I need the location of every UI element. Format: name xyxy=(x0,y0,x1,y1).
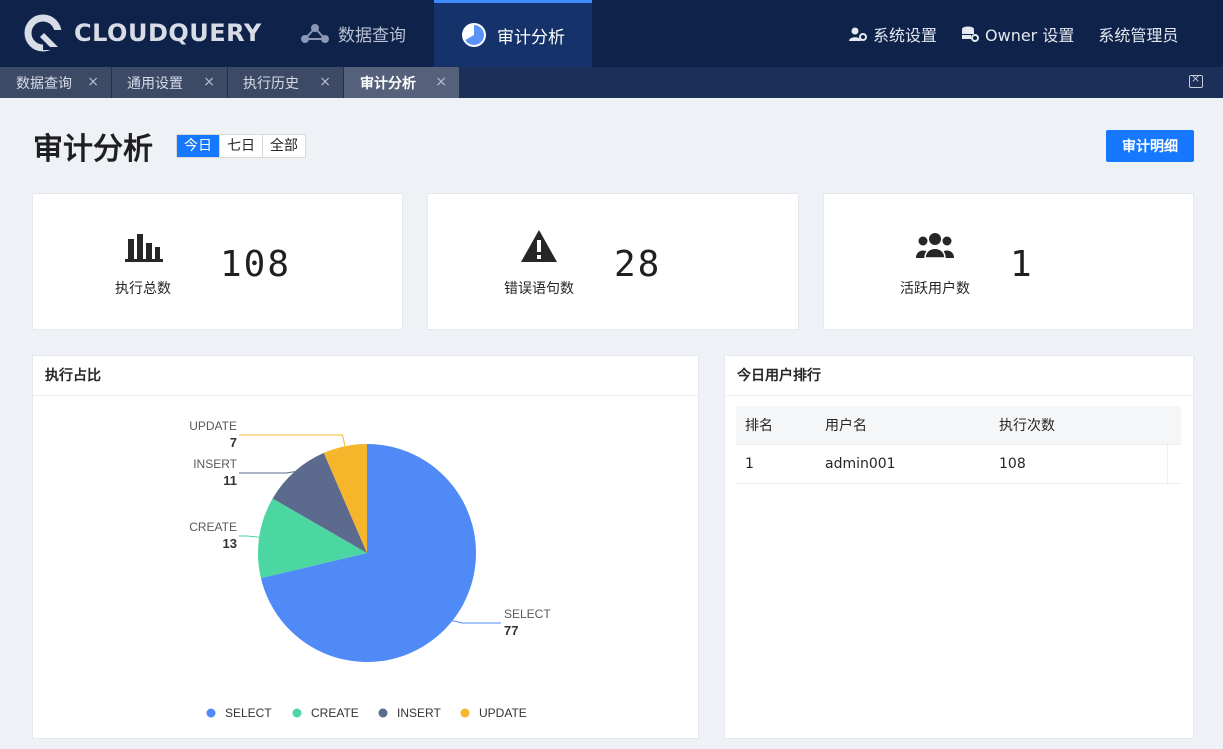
legend-item-update[interactable]: UPDATE xyxy=(479,706,527,720)
page-title: 审计分析 xyxy=(33,132,153,167)
pie-leader-line xyxy=(239,471,295,474)
close-icon[interactable]: × xyxy=(87,74,99,90)
column-header[interactable]: 执行次数 xyxy=(990,415,1181,435)
stat-card-total-executions: 执行总数 108 xyxy=(32,193,403,330)
pie-label-value: 77 xyxy=(504,623,518,638)
legend-item-create[interactable]: CREATE xyxy=(311,706,359,720)
legend-marker xyxy=(460,708,470,718)
tab-data-query[interactable]: 数据查询 × xyxy=(0,67,112,98)
legend-item-insert[interactable]: INSERT xyxy=(397,706,441,720)
username-cell: admin001 xyxy=(825,456,896,472)
tab-audit-analysis[interactable]: 审计分析 × xyxy=(344,67,460,98)
nav-tab-data-query[interactable]: 数据查询 xyxy=(300,0,430,67)
open-tabs-bar: 数据查询 × 通用设置 × 执行历史 × 审计分析 × xyxy=(0,67,1223,98)
legend-marker xyxy=(292,708,302,718)
cloudquery-logo-icon xyxy=(24,13,64,53)
legend-marker xyxy=(378,708,388,718)
top-right-menu: 系统设置 Owner 设置 系统管理员 xyxy=(825,0,1178,67)
stat-card-active-users: 活跃用户数 1 xyxy=(823,193,1194,330)
warning-icon xyxy=(519,229,559,262)
nav-tab-label: 数据查询 xyxy=(338,26,406,46)
pie-label-category: UPDATE xyxy=(189,419,237,433)
stat-label: 错误语句数 xyxy=(504,281,574,297)
pie-label-value: 7 xyxy=(230,435,237,450)
count-cell: 108 xyxy=(999,456,1026,472)
execution-ratio-panel: 执行占比 SELECT 77 CREATE 13 INSERT 11 UPDATE 7 SELE… xyxy=(32,355,699,739)
column-header[interactable]: 用户名 xyxy=(816,415,990,435)
pie-label-category: SELECT xyxy=(504,607,551,621)
close-icon[interactable]: × xyxy=(319,74,331,90)
stat-value: 108 xyxy=(220,244,292,285)
nav-tab-audit-analysis[interactable]: 审计分析 xyxy=(434,0,592,67)
brand-logo[interactable]: CLOUDQUERY xyxy=(24,13,262,53)
top-navigation-bar: CLOUDQUERY 数据查询 审计分析 系统设置 Owner 设置 系统管理员 xyxy=(0,0,1223,67)
menu-label: 系统管理员 xyxy=(1098,25,1179,45)
range-today[interactable]: 今日 xyxy=(177,135,220,157)
close-icon[interactable]: × xyxy=(203,74,215,90)
time-range-selector: 今日 七日 全部 xyxy=(176,134,306,158)
nodes-icon xyxy=(300,19,330,49)
tab-general-settings[interactable]: 通用设置 × xyxy=(112,67,228,98)
bar-chart-icon xyxy=(125,231,165,263)
table-header: 排名 用户名 执行次数 xyxy=(736,406,1181,445)
user-ranking-panel: 今日用户排行 排名 用户名 执行次数 1 admin001 108 xyxy=(724,355,1194,739)
stat-card-error-statements: 错误语句数 28 xyxy=(427,193,799,330)
execution-ratio-pie-chart: SELECT 77 CREATE 13 INSERT 11 UPDATE 7 SELECT CRE… xyxy=(189,419,551,720)
table-scrollbar[interactable] xyxy=(1167,445,1181,485)
stat-label: 执行总数 xyxy=(115,281,171,297)
column-header[interactable]: 排名 xyxy=(736,415,816,435)
pie-label-category: CREATE xyxy=(189,520,237,534)
tab-label: 通用设置 xyxy=(127,75,183,92)
owner-settings-link[interactable]: Owner 设置 xyxy=(961,22,1074,46)
audit-detail-button[interactable]: 审计明细 xyxy=(1106,130,1194,162)
pie-leader-line xyxy=(239,434,346,447)
tab-execution-history[interactable]: 执行历史 × xyxy=(228,67,344,98)
table-row[interactable]: 1 admin001 108 xyxy=(736,445,1181,484)
pie-label-value: 13 xyxy=(223,536,237,551)
close-all-tabs-icon[interactable] xyxy=(1189,72,1203,88)
legend-marker xyxy=(206,708,216,718)
user-settings-icon xyxy=(849,27,867,41)
user-ranking-table: 排名 用户名 执行次数 1 admin001 108 xyxy=(736,406,1181,485)
pie-label-value: 11 xyxy=(223,473,237,488)
tab-label: 审计分析 xyxy=(360,75,416,92)
close-icon[interactable]: × xyxy=(435,74,447,90)
tab-label: 执行历史 xyxy=(243,75,299,92)
menu-label: Owner 设置 xyxy=(985,25,1075,45)
legend-item-select[interactable]: SELECT xyxy=(225,706,272,720)
tab-label: 数据查询 xyxy=(16,75,72,92)
pie-label-category: INSERT xyxy=(193,457,237,471)
stat-value: 1 xyxy=(1010,244,1034,285)
database-settings-icon xyxy=(962,26,980,42)
nav-tab-label: 审计分析 xyxy=(497,27,565,48)
pie-chart-icon xyxy=(459,20,489,50)
pie-leader-line xyxy=(239,535,260,538)
panel-title: 今日用户排行 xyxy=(725,356,1193,396)
stat-value: 28 xyxy=(614,244,662,285)
range-seven-days[interactable]: 七日 xyxy=(220,135,263,157)
stat-label: 活跃用户数 xyxy=(900,281,970,297)
range-all[interactable]: 全部 xyxy=(263,135,305,157)
rank-cell: 1 xyxy=(745,456,754,472)
panel-title: 执行占比 xyxy=(33,356,698,396)
users-icon xyxy=(915,232,955,264)
pie-leader-line xyxy=(452,620,501,624)
admin-user-menu[interactable]: 系统管理员 xyxy=(1098,22,1178,46)
menu-label: 系统设置 xyxy=(873,25,938,45)
brand-name: CLOUDQUERY xyxy=(74,19,262,47)
system-settings-link[interactable]: 系统设置 xyxy=(849,22,937,46)
